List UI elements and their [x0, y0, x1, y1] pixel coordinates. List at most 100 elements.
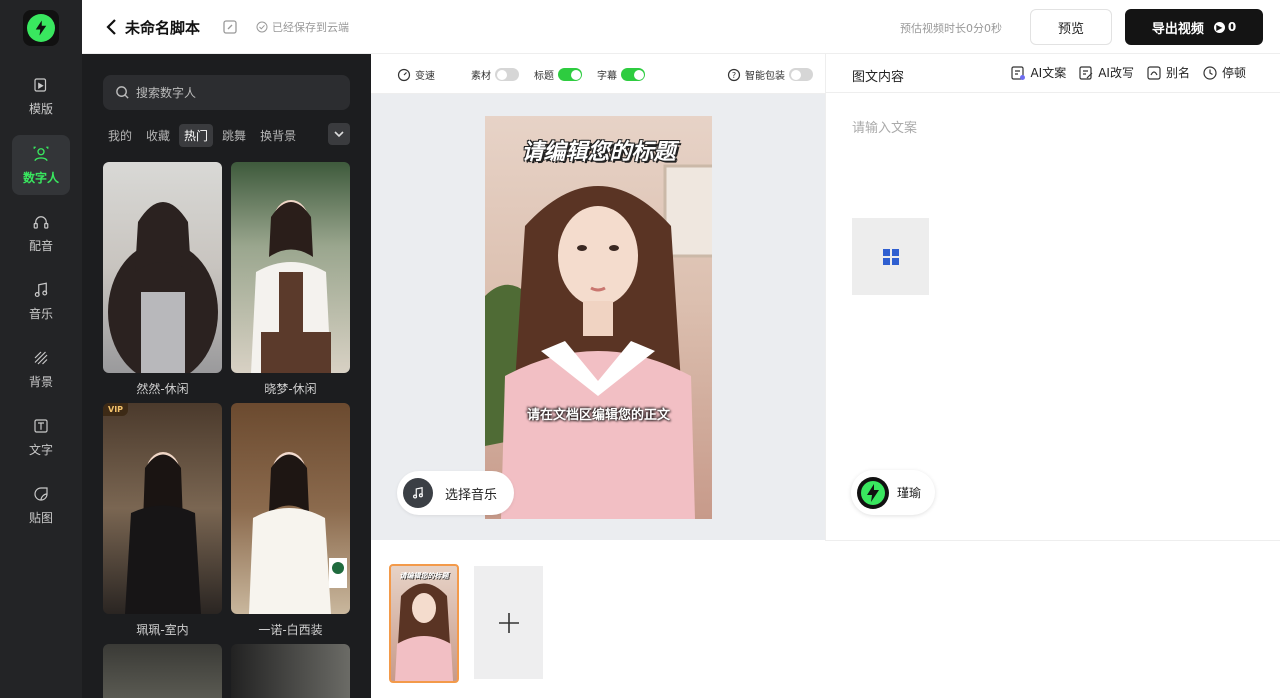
title-toggle-label: 标题 [534, 71, 554, 82]
scene-thumbnail[interactable]: 请编辑您的标题 [389, 564, 459, 683]
avatar-card[interactable] [231, 644, 350, 698]
duration-estimate: 预估视频时长0分0秒 [900, 22, 1002, 35]
video-subtitle-overlay[interactable]: 请在文档区编辑您的正文 [485, 404, 712, 423]
export-credit: ▶ 0 [1213, 20, 1237, 34]
speedometer-icon [397, 68, 411, 81]
ai-copy-label: AI文案 [1030, 66, 1067, 80]
speed-label: 变速 [415, 71, 435, 82]
alias-label: 别名 [1165, 66, 1190, 80]
search-input[interactable] [136, 85, 336, 100]
tab-dance[interactable]: 跳舞 [217, 124, 251, 147]
voice-selector[interactable]: 瑾瑜 [851, 470, 935, 515]
export-count: 0 [1227, 20, 1237, 34]
alias-icon [1147, 65, 1161, 80]
pause-button[interactable]: 停顿 [1202, 64, 1246, 81]
smart-pack-label: 智能包装 [745, 71, 785, 82]
select-music-button[interactable]: 选择音乐 [397, 471, 514, 515]
material-toggle[interactable] [495, 68, 519, 81]
ai-copy-button[interactable]: AI文案 [1010, 64, 1066, 81]
headphones-icon [33, 215, 49, 229]
help-circle-icon[interactable]: ? [727, 68, 741, 82]
avatar-photo [251, 200, 331, 373]
copy-text-input[interactable]: 请输入文案 [852, 117, 917, 136]
voice-avatar [857, 476, 889, 509]
add-image-button[interactable] [852, 218, 929, 295]
avatar-card[interactable] [231, 403, 350, 614]
search-box[interactable] [103, 75, 350, 110]
presenter-photo [485, 164, 712, 519]
thumbnail-title: 请编辑您的标题 [399, 572, 449, 580]
check-circle-icon [256, 21, 268, 33]
ai-rewrite-label: AI改写 [1098, 66, 1134, 80]
speed-button[interactable]: 变速 [397, 67, 435, 82]
app-logo[interactable] [23, 10, 59, 46]
title-toggle[interactable] [558, 68, 582, 81]
thumbnail-photo [395, 583, 453, 681]
content-actions: AI文案 AI改写 别名 停顿 [1010, 64, 1246, 81]
avatar-name: 一诺-白西装 [258, 623, 323, 637]
sidebar-item-label: 数字人 [22, 170, 59, 185]
svg-text:?: ? [732, 71, 736, 80]
clock-icon [1203, 65, 1217, 80]
tab-favorites[interactable]: 收藏 [141, 124, 175, 147]
preview-button[interactable]: 预览 [1030, 9, 1112, 45]
tabs-expand-button[interactable] [328, 123, 350, 145]
template-icon [34, 77, 47, 92]
sidebar-item-label: 音乐 [28, 306, 53, 321]
app-root: 模版 数字人 配音 音乐 背景 文字 贴图 未命名脚本 已经保存到云端 预估视频… [0, 0, 1280, 698]
lightning-icon [861, 480, 885, 505]
video-preview[interactable]: 请编辑您的标题 请在文档区编辑您的正文 [485, 116, 712, 519]
avatar-card[interactable] [231, 162, 350, 373]
smart-pack-toggle[interactable] [789, 68, 813, 81]
tab-change-background[interactable]: 换背景 [255, 124, 301, 147]
sidebar-item-text[interactable]: 文字 [12, 407, 70, 467]
sidebar-item-label: 贴图 [28, 510, 53, 525]
content-panel: 图文内容 AI文案 AI改写 别名 停顿 请输入文案 瑾瑜 [825, 54, 1280, 541]
export-label: 导出视频 [1151, 21, 1204, 37]
sidebar-item-label: 配音 [28, 238, 53, 253]
avatar-photo [249, 452, 347, 614]
sidebar-item-digital-human[interactable]: 数字人 [12, 135, 70, 195]
edit-icon[interactable] [222, 19, 238, 35]
sidebar-item-template[interactable]: 模版 [12, 66, 70, 126]
digital-human-panel: 我的 收藏 热门 跳舞 换背景 然然-休闲 晓梦-休闲 VIP 珮珮-室内 一诺… [82, 54, 371, 698]
save-status-text: 已经保存到云端 [272, 21, 349, 34]
material-label: 素材 [471, 71, 491, 82]
back-arrow-icon[interactable] [104, 17, 118, 37]
left-rail: 模版 数字人 配音 音乐 背景 文字 贴图 [0, 0, 82, 698]
avatar-name: 然然-休闲 [136, 382, 189, 396]
export-video-button[interactable]: 导出视频 ▶ 0 [1125, 9, 1263, 45]
avatar-card[interactable]: VIP [103, 403, 222, 614]
header-bar: 未命名脚本 已经保存到云端 预估视频时长0分0秒 预览 导出视频 ▶ 0 [82, 0, 1280, 54]
ai-document-icon [1011, 65, 1026, 80]
preview-canvas: 请编辑您的标题 请在文档区编辑您的正文 选择音乐 [371, 94, 825, 540]
text-icon [34, 418, 48, 433]
voice-name: 瑾瑜 [897, 486, 922, 500]
material-toggle-group: 素材 [471, 67, 519, 82]
subtitle-toggle-label: 字幕 [597, 71, 617, 82]
plus-icon [498, 612, 519, 633]
ai-rewrite-button[interactable]: AI改写 [1078, 64, 1134, 81]
page-title: 未命名脚本 [125, 19, 201, 37]
sidebar-item-voice[interactable]: 配音 [12, 203, 70, 263]
avatar-card[interactable] [103, 644, 222, 698]
rewrite-icon [1079, 65, 1093, 80]
subtitle-toggle-group: 字幕 [597, 67, 645, 82]
tab-hot[interactable]: 热门 [179, 123, 214, 147]
select-music-label: 选择音乐 [445, 487, 498, 503]
subtitle-toggle[interactable] [621, 68, 645, 81]
alias-button[interactable]: 别名 [1146, 64, 1190, 81]
coin-icon: ▶ [1213, 21, 1225, 33]
sidebar-item-sticker[interactable]: 贴图 [12, 475, 70, 535]
tab-mine[interactable]: 我的 [103, 124, 137, 147]
scene-timeline: 请编辑您的标题 [371, 541, 1280, 698]
search-icon [116, 86, 129, 99]
add-scene-button[interactable] [474, 566, 543, 679]
image-grid-icon [882, 248, 899, 265]
avatar-name: 晓梦-休闲 [264, 382, 317, 396]
video-title-overlay[interactable]: 请编辑您的标题 [485, 134, 712, 166]
lightning-icon [27, 14, 55, 42]
sidebar-item-music[interactable]: 音乐 [12, 271, 70, 331]
avatar-card[interactable] [103, 162, 222, 373]
sidebar-item-background[interactable]: 背景 [12, 339, 70, 399]
